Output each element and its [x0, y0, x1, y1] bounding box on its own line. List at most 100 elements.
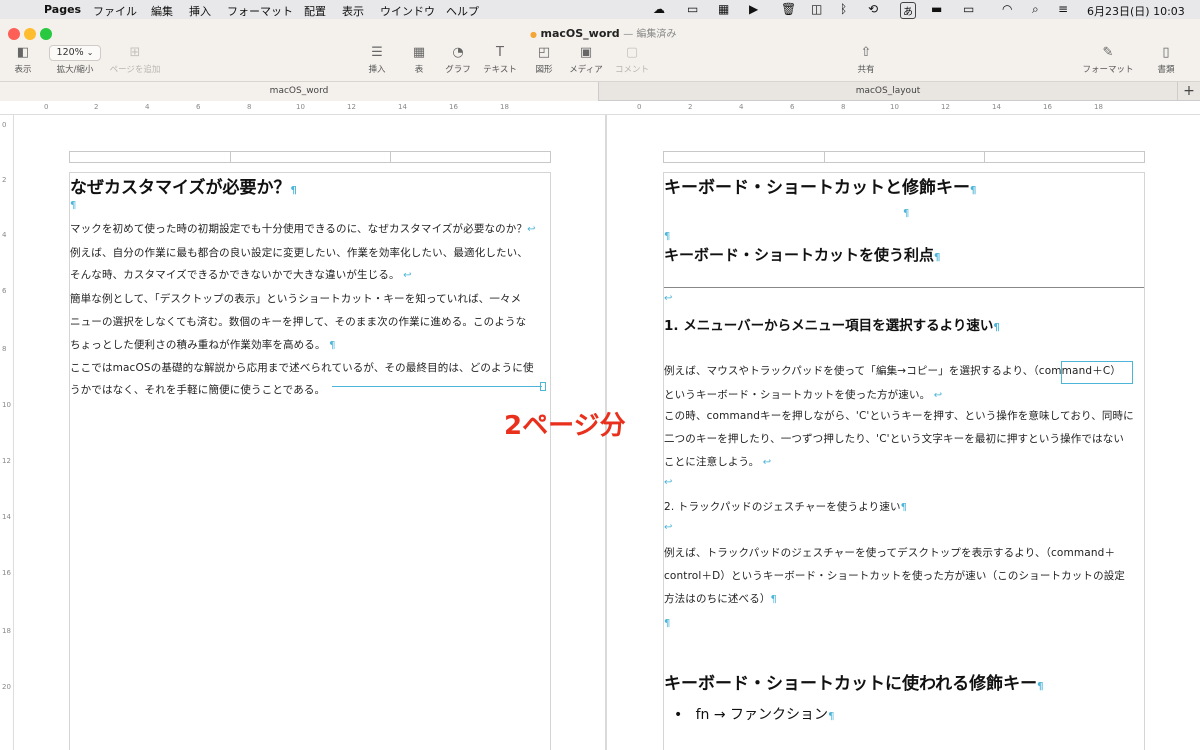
add-page-button[interactable]: ⊞ ページを追加: [106, 45, 164, 75]
window-icon[interactable]: ◫: [811, 2, 822, 16]
zoom-select: 120% ⌄: [49, 45, 101, 61]
edited-status: — 編集済み: [623, 29, 677, 40]
zoom-window-button[interactable]: [40, 28, 52, 40]
new-tab-plus-icon[interactable]: +: [1177, 82, 1200, 101]
format-button[interactable]: ✎ フォーマット: [1078, 45, 1138, 75]
ruler-tick: 6: [2, 287, 7, 295]
minimize-window-button[interactable]: [24, 28, 36, 40]
left-heading: なぜカスタマイズが必要か？¶: [70, 173, 297, 198]
pilcrow-mark: ¶: [770, 594, 778, 605]
paragraph-line: うかではなく、それを手軽に簡便に使うことである。: [70, 382, 325, 397]
bluetooth-icon[interactable]: ᛒ: [840, 2, 847, 16]
camera-icon[interactable]: ▶: [749, 2, 758, 16]
subheading-text: 1. メニューバーからメニュー項目を選択するより速い: [664, 318, 994, 334]
tab-macos-layout[interactable]: macOS_layout: [600, 82, 1176, 101]
tab-macos-word[interactable]: macOS_word: [0, 82, 599, 101]
add-page-icon: ⊞: [129, 45, 141, 60]
bullet-mark: •: [674, 707, 683, 723]
annotation-label: 2ページ分: [504, 411, 626, 441]
document-icon: ●: [530, 30, 537, 39]
document-page-icon: ▯: [1162, 45, 1170, 60]
paragraph-line: 方法はのちに述べる）¶: [664, 591, 777, 606]
comment-label: コメント: [614, 65, 649, 75]
menu-clock[interactable]: 6月23日(日) 10:03: [1087, 3, 1185, 19]
zoom-value: 120%: [56, 47, 84, 58]
menu-window[interactable]: ウインドウ: [380, 3, 435, 19]
menu-format[interactable]: フォーマット: [227, 3, 293, 19]
trash-icon[interactable]: 🗑: [781, 2, 796, 16]
pilcrow-mark: ¶: [1037, 681, 1044, 692]
paragraph-line: 例えば、トラックパッドのジェスチャーを使ってデスクトップを表示するより、（com…: [664, 547, 1116, 559]
menu-help[interactable]: ヘルプ: [446, 3, 479, 19]
insert-button[interactable]: ☰ 挿入: [363, 45, 391, 75]
table-button[interactable]: ▦ 表: [405, 45, 433, 75]
view-button[interactable]: ◧ 表示: [8, 45, 38, 75]
line-text: マックを初めて使った時の初期設定でも十分使用できるのに、なぜカスタマイズが必要な…: [70, 223, 528, 235]
paragraph-line: マックを初めて使った時の初期設定でも十分使用できるのに、なぜカスタマイズが必要な…: [70, 221, 536, 236]
photo-icon: ▣: [579, 45, 593, 60]
ruler-tick: 8: [841, 103, 846, 111]
zoom-menu[interactable]: 120% ⌄ 拡大/縮小: [47, 45, 103, 75]
close-window-button[interactable]: [8, 28, 20, 40]
insert-label: 挿入: [368, 65, 386, 75]
return-mark: ↩: [664, 293, 673, 304]
ruler-tick: 0: [637, 103, 642, 111]
bed-icon[interactable]: ▬: [931, 2, 942, 16]
return-mark: ↩: [527, 224, 536, 235]
menu-view[interactable]: 表示: [342, 3, 364, 19]
menu-edit[interactable]: 編集: [151, 3, 173, 19]
right-heading-benefits: キーボード・ショートカットを使う利点¶: [664, 244, 940, 265]
ruler-tick: 2: [2, 176, 7, 184]
paragraph-line: ことに注意しよう。 ↩: [664, 454, 771, 469]
share-button[interactable]: ⇧ 共有: [851, 45, 881, 75]
add-page-label: ページを追加: [109, 65, 161, 75]
ruler-tick: 0: [2, 121, 7, 129]
stage-manager-icon[interactable]: ▦: [718, 2, 729, 16]
media-button[interactable]: ▣ メディア: [566, 45, 606, 75]
paragraph-line: ニューの選択をしなくても済む。数個のキーを押して、そのまま次の作業に進める。この…: [70, 316, 527, 328]
chart-button[interactable]: ◔ グラフ: [443, 45, 473, 75]
wifi-icon[interactable]: ◠: [1002, 2, 1012, 16]
cloud-icon[interactable]: ☁: [653, 2, 665, 16]
left-heading-text: なぜカスタマイズが必要か？: [70, 178, 291, 198]
text-selection-line: [332, 386, 542, 387]
selection-handle[interactable]: [540, 382, 546, 391]
app-menu[interactable]: Pages: [44, 3, 81, 16]
shape-button[interactable]: ◰ 図形: [530, 45, 558, 75]
ruler-tick: 12: [941, 103, 950, 111]
ruler-tick: 10: [296, 103, 305, 111]
document-button[interactable]: ▯ 書類: [1150, 45, 1182, 75]
menu-arrange[interactable]: 配置: [304, 3, 326, 19]
ruler-tick: 12: [347, 103, 356, 111]
pilcrow-mark: ¶: [329, 340, 336, 351]
time-machine-icon[interactable]: ⟲: [868, 2, 878, 16]
paragraph-line: そんな時、カスタマイズできるかできないかで大きな違いが生じる。 ↩: [70, 267, 412, 282]
format-label: フォーマット: [1082, 65, 1134, 75]
zoom-label: 拡大/縮小: [56, 65, 94, 75]
pilcrow-mark: ¶: [970, 185, 977, 196]
header-box[interactable]: [69, 151, 551, 163]
paragraph-line: ここではmacOSの基礎的な解説から応用まで述べられているが、その最終目的は、ど…: [70, 362, 534, 374]
screen-mirroring-icon[interactable]: ▭: [687, 2, 698, 16]
input-source-indicator[interactable]: あ: [900, 2, 916, 19]
right-heading-modifiers: キーボード・ショートカットに使われる修飾キー¶: [664, 669, 1044, 694]
spotlight-search-icon[interactable]: ⌕: [1032, 2, 1039, 17]
subheading-trackpad: 2. トラックパッドのジェスチャーを使うより速い¶: [664, 499, 907, 514]
heading-text: キーボード・ショートカットに使われる修飾キー: [664, 674, 1038, 694]
line-text: ことに注意しよう。: [664, 456, 760, 468]
paragraph-line: 例えば、マウスやトラックパッドを使って「編集→コピー」を選択するより、（comm…: [664, 365, 1122, 377]
pilcrow-mark: ¶: [993, 322, 1000, 333]
paragraph-line: 例えば、自分の作業に最も都合の良い設定に変更したい、作業を効率化したい、最適化し…: [70, 247, 528, 259]
comment-button[interactable]: ▢ コメント: [612, 45, 652, 75]
paragraph-line: この時、commandキーを押しながら、'C'というキーを押す、という操作を意味…: [664, 410, 1134, 422]
control-center-icon[interactable]: ≡: [1058, 2, 1068, 16]
menu-insert[interactable]: 挿入: [189, 3, 211, 19]
vertical-ruler[interactable]: 0 2 4 6 8 10 12 14 16 18 20: [0, 115, 14, 750]
battery-icon[interactable]: ▭: [963, 2, 974, 16]
chart-icon: ◔: [452, 45, 464, 60]
menu-file[interactable]: ファイル: [93, 3, 137, 19]
text-button[interactable]: T テキスト: [481, 45, 519, 75]
header-box[interactable]: [663, 151, 1145, 163]
horizontal-ruler[interactable]: 0 2 4 6 8 10 12 14 16 18 0 2 4 6 8 10 12…: [0, 101, 1200, 115]
bullet-text: fn → ファンクション: [695, 707, 829, 723]
